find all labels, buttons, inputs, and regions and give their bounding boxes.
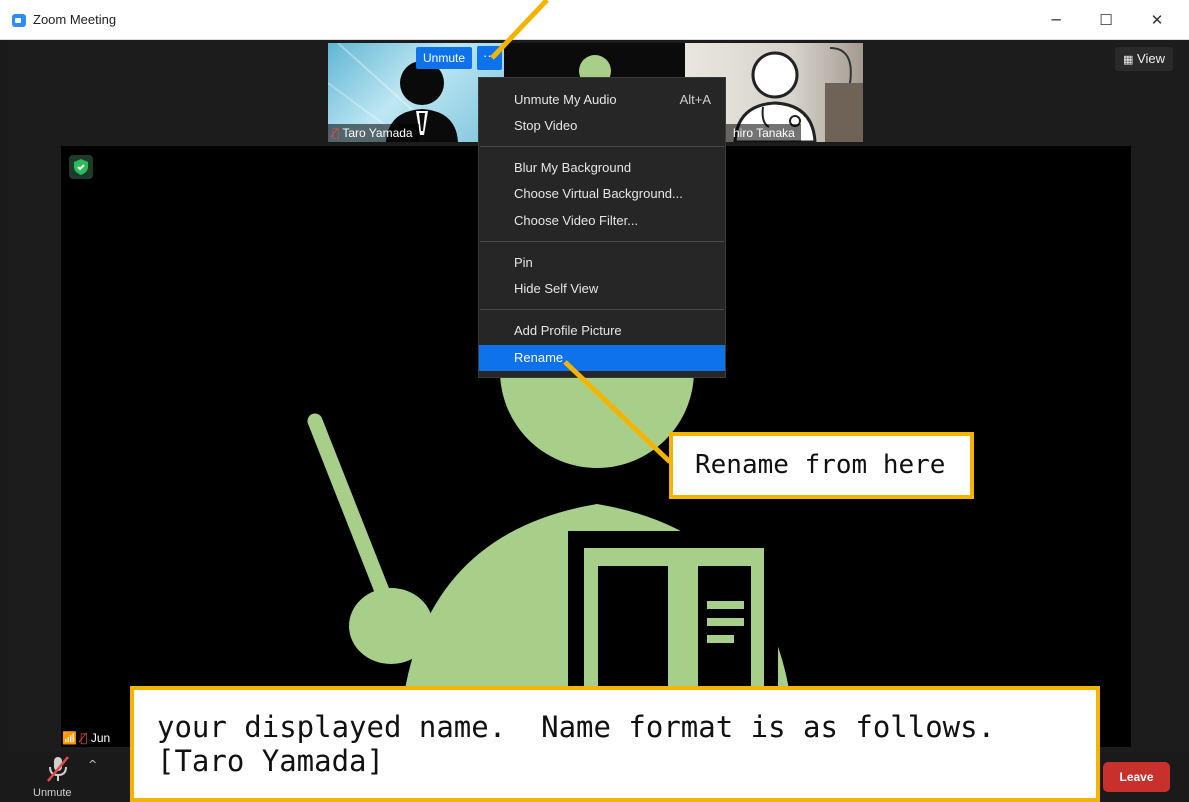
menu-item-stop-video[interactable]: Stop Video	[479, 113, 725, 139]
zoom-app-icon	[12, 14, 26, 27]
title-bar: Zoom Meeting ─ ☐ ✕	[0, 0, 1189, 40]
menu-item-rename[interactable]: Rename	[479, 345, 725, 371]
mic-muted-icon: 🎙̸	[332, 126, 340, 140]
name-format-callout: your displayed name. Name format is as f…	[130, 686, 1100, 802]
menu-separator	[480, 146, 724, 147]
microphone-muted-icon	[47, 756, 69, 782]
audio-options-caret-icon[interactable]: ^	[88, 758, 97, 771]
signal-strength-icon: 📶	[62, 731, 77, 745]
menu-item-unmute-my-audio[interactable]: Unmute My Audio Alt+A	[479, 87, 725, 113]
menu-separator	[480, 309, 724, 310]
view-button[interactable]: ▦ View	[1115, 47, 1173, 71]
self-name-label: 📶 🎙̸ Jun	[62, 731, 111, 745]
window-title: Zoom Meeting	[33, 12, 117, 27]
mic-muted-button[interactable]	[44, 754, 72, 784]
menu-item-blur-background[interactable]: Blur My Background	[479, 155, 725, 181]
menu-item-add-profile-picture[interactable]: Add Profile Picture	[479, 318, 725, 344]
participant-context-menu: Unmute My Audio Alt+A Stop Video Blur My…	[478, 77, 726, 378]
tile-more-options-button[interactable]: ···	[477, 46, 502, 70]
rename-callout: Rename from here	[669, 432, 974, 499]
mic-muted-icon: 🎙̸	[80, 731, 88, 745]
menu-item-hide-self-view[interactable]: Hide Self View	[479, 276, 725, 302]
close-button[interactable]: ✕	[1137, 8, 1177, 32]
participant-name-label: 🎙̸ Taro Yamada	[328, 124, 419, 142]
maximize-button[interactable]: ☐	[1086, 8, 1126, 32]
leave-button[interactable]: Leave	[1103, 762, 1170, 792]
menu-separator	[480, 241, 724, 242]
grid-icon: ▦	[1123, 53, 1134, 66]
minimize-button[interactable]: ─	[1036, 8, 1076, 32]
menu-item-choose-video-filter[interactable]: Choose Video Filter...	[479, 208, 725, 234]
tile-unmute-button[interactable]: Unmute	[416, 47, 472, 69]
menu-item-choose-virtual-background[interactable]: Choose Virtual Background...	[479, 181, 725, 207]
security-shield-icon	[69, 155, 93, 179]
menu-item-pin[interactable]: Pin	[479, 250, 725, 276]
unmute-label: Unmute	[33, 787, 72, 799]
